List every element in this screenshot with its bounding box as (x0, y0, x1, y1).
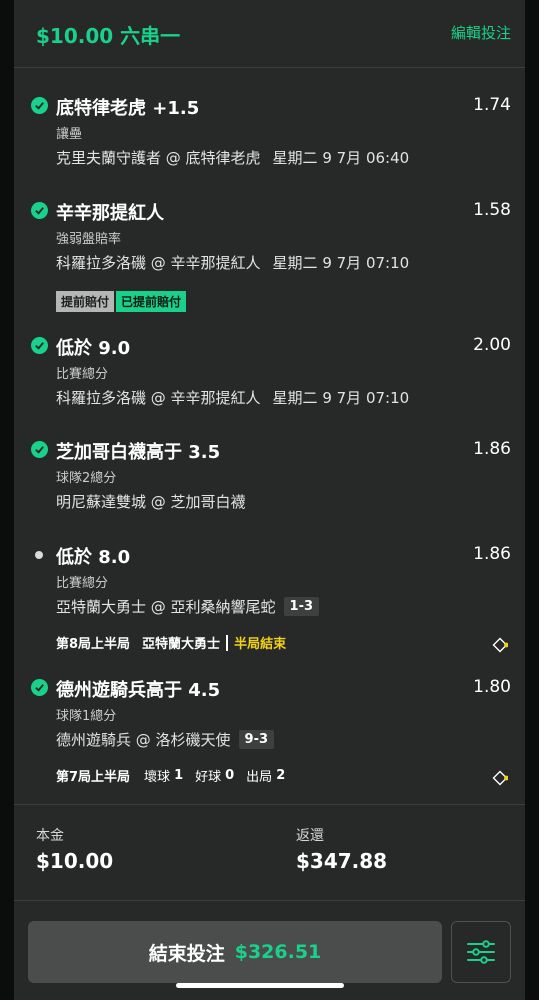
early-payout-badges: 提前賠付 已提前賠付 (56, 291, 187, 312)
leg-event-teams: 克里夫蘭守護者 @ 底特律老虎 (56, 149, 261, 167)
leg-market: 球隊1總分 (56, 709, 117, 724)
baseball-diamond-icon[interactable] (492, 770, 508, 786)
outs-count: 2 (276, 768, 286, 783)
check-circle-icon (31, 97, 48, 114)
leg-market: 比賽總分 (56, 367, 109, 382)
live-score: 9-3 (238, 730, 275, 749)
leg-odds: 1.74 (473, 95, 511, 115)
live-status: 第8局上半局 亞特蘭大勇士 半局結束 (56, 633, 286, 652)
cash-out-amount: $326.51 (234, 941, 322, 963)
leg-event-teams: 德州遊騎兵 @ 洛杉磯天使 (56, 731, 231, 749)
live-score: 1-3 (283, 597, 320, 616)
leg-event-time: 星期二 9 7月 06:40 (272, 149, 410, 167)
leg-event-teams: 亞特蘭大勇士 @ 亞利桑納響尾蛇 (56, 598, 276, 616)
return-label: 返還 (296, 828, 324, 844)
check-circle-icon (31, 679, 48, 696)
balls-label: 壞球 (144, 770, 171, 785)
return-value: $347.88 (296, 849, 388, 873)
leg-event-time: 星期二 9 7月 07:10 (272, 389, 410, 407)
leg-selection: 低於 8.0 (56, 547, 131, 568)
live-inning: 第8局上半局 (56, 637, 131, 652)
home-indicator[interactable] (176, 983, 344, 988)
leg-selection: 低於 9.0 (56, 338, 131, 359)
strikes-count: 0 (225, 768, 235, 783)
leg-event-time: 星期二 9 7月 07:10 (272, 254, 410, 272)
leg-event-teams: 科羅拉多洛磯 @ 辛辛那提紅人 (56, 389, 261, 407)
live-inning: 第7局上半局 (56, 770, 131, 785)
leg-selection: 芝加哥白襪高于 3.5 (56, 442, 221, 463)
leg-selection: 辛辛那提紅人 (56, 203, 164, 224)
strikes-label: 好球 (195, 770, 222, 785)
leg-event-teams: 科羅拉多洛磯 @ 辛辛那提紅人 (56, 254, 261, 272)
stake-value: $10.00 (36, 849, 114, 873)
leg-selection: 底特律老虎 +1.5 (56, 98, 200, 119)
leg-event: 科羅拉多洛磯 @ 辛辛那提紅人 星期二 9 7月 07:10 (56, 252, 409, 273)
leg-market: 強弱盤賠率 (56, 232, 122, 247)
separator (226, 634, 229, 651)
sliders-icon (467, 940, 495, 964)
cash-out-settings-button[interactable] (451, 921, 511, 983)
leg-market: 比賽總分 (56, 576, 109, 591)
leg-odds: 1.58 (473, 200, 511, 220)
live-state: 半局結束 (234, 637, 287, 652)
cash-out-label: 結束投注 (148, 942, 225, 965)
leg-odds: 1.86 (473, 439, 511, 459)
bet-summary: 本金 $10.00 返還 $347.88 (14, 805, 525, 900)
leg-market: 球隊2總分 (56, 471, 117, 486)
leg-event: 亞特蘭大勇士 @ 亞利桑納響尾蛇 1-3 (56, 596, 320, 617)
check-circle-icon (31, 441, 48, 458)
edit-bet-link[interactable]: 編輯投注 (451, 22, 511, 43)
early-payout-badge: 提前賠付 (56, 291, 115, 312)
check-circle-icon (31, 202, 48, 219)
leg-odds: 1.80 (473, 677, 511, 697)
leg-odds: 1.86 (473, 544, 511, 564)
outs-label: 出局 (246, 770, 273, 785)
leg-event: 科羅拉多洛磯 @ 辛辛那提紅人 星期二 9 7月 07:10 (56, 387, 409, 408)
leg-odds: 2.00 (473, 335, 511, 355)
stake-label: 本金 (36, 828, 64, 844)
baseball-diamond-icon[interactable] (492, 637, 508, 653)
check-circle-icon (31, 337, 48, 354)
divider (14, 900, 525, 901)
leg-event-teams: 明尼蘇達雙城 @ 芝加哥白襪 (56, 493, 246, 511)
leg-event: 德州遊騎兵 @ 洛杉磯天使 9-3 (56, 729, 275, 750)
early-paid-badge: 已提前賠付 (116, 291, 187, 312)
leg-event: 克里夫蘭守護者 @ 底特律老虎 星期二 9 7月 06:40 (56, 147, 409, 168)
bet-header: $10.00 六串一 編輯投注 (14, 0, 525, 68)
leg-market: 讓壘 (56, 127, 83, 142)
bet-slip-panel: $10.00 六串一 編輯投注 底特律老虎 +1.5 1.74 讓壘 克里夫蘭守… (14, 0, 525, 1000)
cash-out-button[interactable]: 結束投注 $326.51 (28, 921, 442, 983)
leg-event: 明尼蘇達雙城 @ 芝加哥白襪 (56, 491, 246, 512)
balls-count: 1 (174, 768, 184, 783)
open-status-dot-icon (35, 551, 43, 559)
live-batting-team: 亞特蘭大勇士 (142, 637, 221, 652)
live-status: 第7局上半局 壞球 1 好球 0 出局 2 (56, 766, 297, 785)
bet-title: $10.00 六串一 (36, 24, 181, 48)
leg-selection: 德州遊騎兵高于 4.5 (56, 680, 221, 701)
